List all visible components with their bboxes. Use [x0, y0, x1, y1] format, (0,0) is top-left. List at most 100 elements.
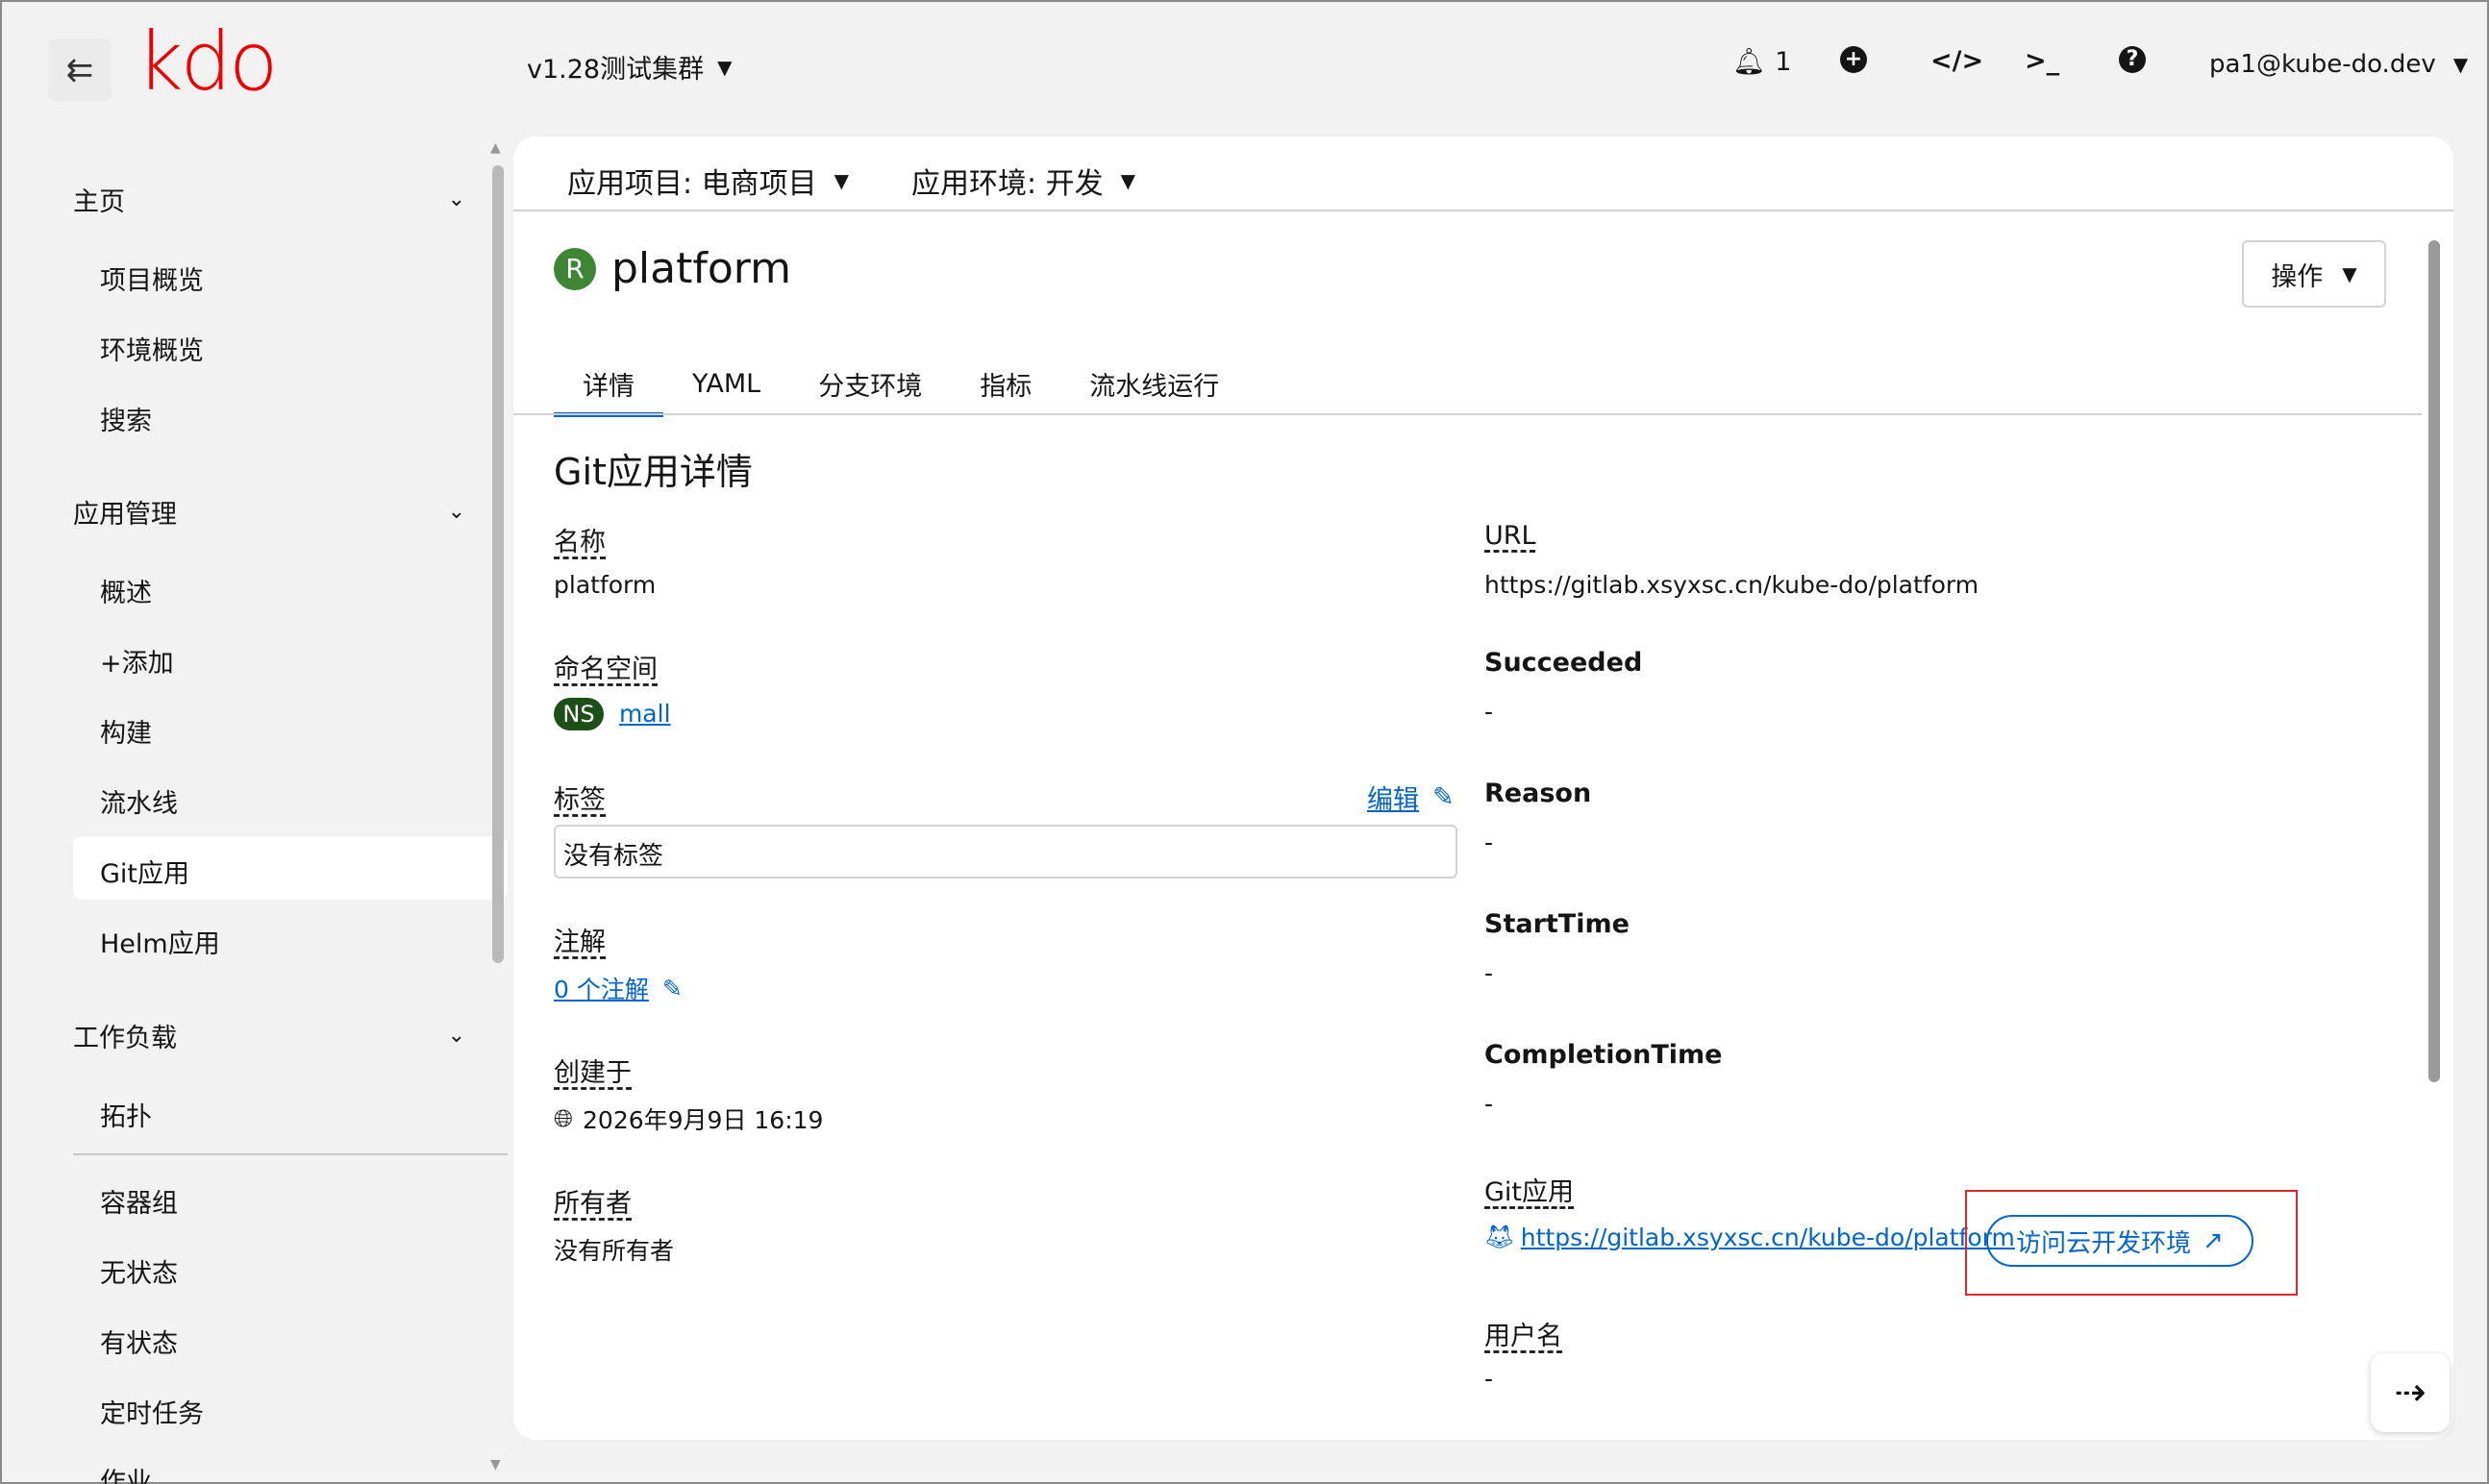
tab-metrics[interactable]: 指标	[951, 350, 1060, 417]
nav-item-add[interactable]: +添加	[100, 642, 174, 680]
main-scrollbar[interactable]	[2428, 240, 2440, 1082]
globe-icon: 🌐︎	[554, 1104, 574, 1132]
nav-item-project-overview[interactable]: 项目概览	[100, 260, 204, 297]
code-icon: </>	[1930, 46, 1984, 76]
context-bar: 应用项目: 电商项目 ▼ 应用环境: 开发 ▼	[513, 136, 2453, 211]
nav-item-helm-apps[interactable]: Helm应用	[100, 923, 220, 960]
completiontime-label: CompletionTime	[1484, 1040, 1723, 1070]
user-menu[interactable]: pa1@kube-do.dev ▼	[2209, 50, 2468, 79]
gitlab-icon: 🦊︎	[1484, 1223, 1515, 1250]
succeeded-value: -	[1484, 698, 1494, 726]
created-label: 创建于	[554, 1058, 632, 1088]
caret-down-icon: ▼	[2452, 53, 2469, 76]
highlight-box	[1965, 1190, 2298, 1296]
name-label: 名称	[554, 528, 606, 557]
launch-icon: ⇢	[2394, 1371, 2427, 1415]
caret-down-icon: ▼	[834, 169, 850, 192]
nav-item-statefulsets[interactable]: 有状态	[100, 1323, 178, 1360]
url-label: URL	[1484, 521, 1536, 551]
nav-item-env-overview[interactable]: 环境概览	[100, 330, 204, 367]
environment-label: 应用环境: 开发	[911, 167, 1104, 201]
namespace-badge: NS	[554, 698, 604, 730]
username-label: 用户名	[1484, 1322, 1562, 1351]
logo: kdo	[137, 14, 278, 109]
chevron-down-icon: ⌄	[447, 1024, 465, 1048]
nav-group-home[interactable]: 主页 ⌄	[73, 181, 475, 218]
reason-value: -	[1484, 829, 1494, 856]
tab-details[interactable]: 详情	[554, 350, 663, 417]
terminal-icon: >_	[2025, 46, 2060, 76]
nav-item-pods[interactable]: 容器组	[100, 1182, 178, 1220]
nav-group-label: 主页	[73, 187, 125, 217]
annotations-label: 注解	[554, 928, 606, 957]
created-value: 2026年9月9日 16:19	[583, 1106, 824, 1134]
notification-button[interactable]: 🔔︎ 1	[1732, 46, 1792, 78]
name-value: platform	[554, 571, 657, 599]
actions-label: 操作	[2271, 261, 2324, 292]
nav-group-workloads[interactable]: 工作负载 ⌄	[73, 1017, 475, 1054]
nav-group-label: 工作负载	[73, 1024, 177, 1053]
bell-icon: 🔔︎	[1732, 47, 1766, 77]
labels-edit-link[interactable]: 编辑 ✎	[1367, 779, 1455, 816]
labels-box: 没有标签	[554, 825, 1457, 878]
project-label: 应用项目: 电商项目	[567, 167, 817, 201]
gitapp-label: Git应用	[1484, 1177, 1575, 1207]
actions-button[interactable]: 操作 ▼	[2242, 240, 2386, 308]
nav-item-builds[interactable]: 构建	[100, 712, 152, 750]
quickstart-button[interactable]: ⇢	[2371, 1353, 2450, 1432]
scroll-down-icon[interactable]: ▼	[490, 1457, 501, 1472]
nav-item-cronjobs[interactable]: 定时任务	[100, 1393, 204, 1430]
tabs-divider	[513, 413, 2422, 415]
tab-yaml[interactable]: YAML	[663, 350, 789, 417]
nav-item-jobs[interactable]: 作业	[100, 1461, 152, 1484]
pencil-icon: ✎	[1432, 782, 1455, 812]
sidebar-scrollbar[interactable]	[492, 165, 504, 963]
cluster-selector[interactable]: v1.28测试集群 ▼	[527, 48, 733, 86]
completiontime-value: -	[1484, 1090, 1494, 1118]
nav-item-deployments[interactable]: 无状态	[100, 1252, 178, 1290]
tabs: 详情 YAML 分支环境 指标 流水线运行	[554, 350, 1248, 417]
annotations-row: 0 个注解 ✎	[554, 971, 683, 1005]
pencil-icon[interactable]: ✎	[662, 975, 683, 1002]
main-panel: 应用项目: 电商项目 ▼ 应用环境: 开发 ▼ R platform 操作 ▼ …	[513, 136, 2453, 1440]
project-selector[interactable]: 应用项目: 电商项目 ▼	[567, 160, 849, 202]
namespace-label: 命名空间	[554, 655, 658, 684]
menu-collapse-icon: ⇇	[65, 51, 94, 89]
nav-item-git-apps[interactable]: Git应用	[100, 853, 189, 890]
nav-item-search[interactable]: 搜索	[100, 400, 152, 437]
page-title: R platform	[554, 244, 791, 293]
caret-down-icon: ▼	[717, 55, 733, 79]
chevron-down-icon: ⌄	[447, 500, 465, 524]
chevron-down-icon: ⌄	[447, 187, 465, 211]
nav-group-app-management[interactable]: 应用管理 ⌄	[73, 493, 475, 531]
labels-label: 标签	[554, 785, 606, 815]
namespace-value-row: NS mall	[554, 698, 671, 730]
starttime-label: StartTime	[1484, 909, 1630, 939]
tab-branch-envs[interactable]: 分支环境	[789, 350, 951, 417]
annotations-link[interactable]: 0 个注解	[554, 971, 649, 1005]
masthead: ⇇ kdo v1.28测试集群 ▼ 🔔︎ 1 + </> >_ ? pa1@ku…	[0, 0, 2489, 135]
question-circle-icon: ?	[2119, 46, 2146, 73]
gitapp-link[interactable]: https://gitlab.xsyxsc.cn/kube-do/platfor…	[1521, 1224, 2015, 1251]
gitapp-row: 🦊︎ https://gitlab.xsyxsc.cn/kube-do/plat…	[1484, 1223, 2015, 1251]
edit-label: 编辑	[1367, 785, 1419, 815]
environment-selector[interactable]: 应用环境: 开发 ▼	[911, 160, 1135, 202]
reason-label: Reason	[1484, 779, 1592, 808]
nav-item-overview[interactable]: 概述	[100, 572, 152, 609]
scroll-up-icon[interactable]: ▲	[490, 140, 501, 156]
help-button[interactable]: ?	[2119, 46, 2146, 73]
tab-pipeline-runs[interactable]: 流水线运行	[1060, 350, 1248, 417]
cluster-label: v1.28测试集群	[527, 55, 705, 85]
notification-count: 1	[1775, 46, 1792, 77]
sidebar: 主页 ⌄ 项目概览 环境概览 搜索 应用管理 ⌄ 概述 +添加 构建 流水线 G…	[42, 144, 508, 1484]
succeeded-label: Succeeded	[1484, 648, 1643, 678]
nav-item-pipelines[interactable]: 流水线	[100, 782, 178, 820]
add-button[interactable]: +	[1840, 46, 1867, 73]
nav-group-label: 应用管理	[73, 500, 177, 530]
owner-label: 所有者	[554, 1189, 632, 1219]
namespace-link[interactable]: mall	[619, 700, 671, 728]
nav-toggle-button[interactable]: ⇇	[48, 38, 112, 102]
nav-item-topology[interactable]: 拓扑	[100, 1096, 152, 1133]
terminal-button[interactable]: >_	[2025, 46, 2059, 76]
code-button[interactable]: </>	[1930, 46, 1983, 76]
